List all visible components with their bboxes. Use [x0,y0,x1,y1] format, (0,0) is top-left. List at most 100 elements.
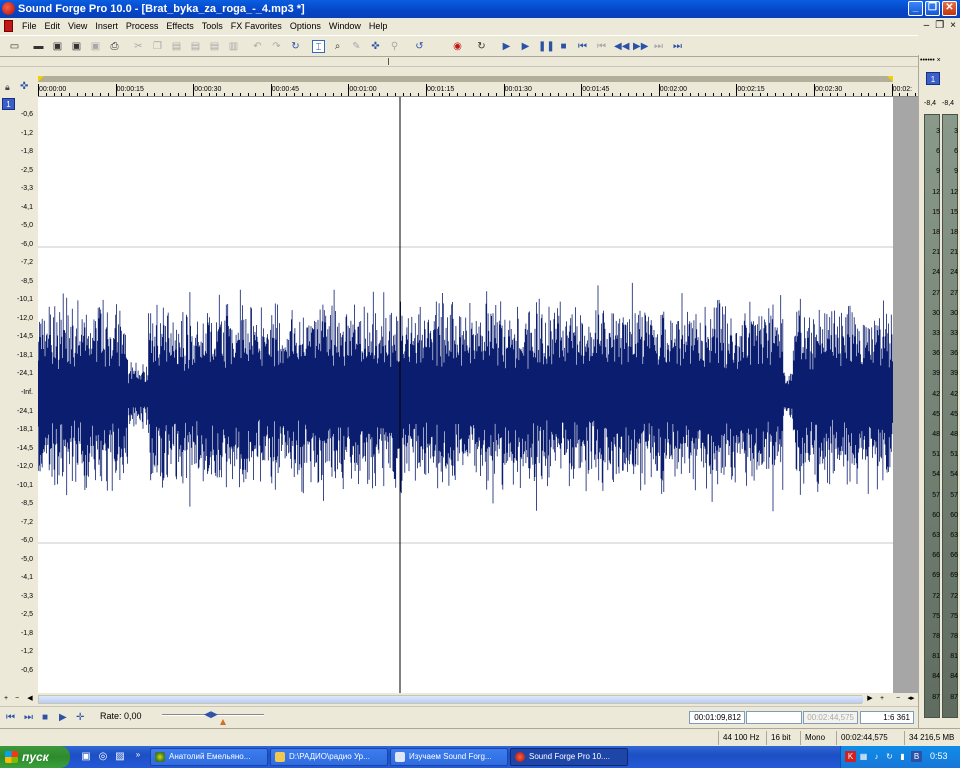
loop-icon[interactable]: ↻ [475,40,488,53]
redo-icon[interactable]: ↷ [270,40,283,53]
task-explorer[interactable]: D:\РАДИО\радио Ур... [270,748,388,766]
start-button[interactable]: пуск [0,746,70,768]
magnify-tool-icon[interactable]: ⌕ [331,40,344,53]
menu-options[interactable]: Options [286,21,325,31]
app-shortcut-icon[interactable]: ▨ [114,751,126,763]
repeat-icon[interactable]: ↻ [289,40,302,53]
menu-window[interactable]: Window [325,21,365,31]
mix-icon[interactable]: ▤ [208,40,221,53]
print-icon[interactable]: ⎙ [108,40,121,53]
scroll-left-icon[interactable]: ◀ [25,694,35,704]
kaspersky-icon[interactable]: K [845,751,856,762]
quicklaunch-more-icon[interactable]: » [132,749,144,761]
play-icon[interactable]: ▶ [519,40,532,53]
zoom-fit-icon[interactable]: ◂▸ [906,694,916,704]
selection-start-field[interactable] [746,711,802,724]
mdi-restore-button[interactable]: ❐ [935,20,944,31]
play-normal-icon[interactable]: ▶ [59,712,67,723]
record-icon[interactable]: ◉ [451,40,464,53]
menu-process[interactable]: Process [122,21,163,31]
rewind-icon[interactable]: ⏮ [595,40,608,53]
task-document[interactable]: Изучаем Sound Forg... [390,748,508,766]
go-end-icon[interactable]: ⏭ [671,40,684,53]
zoom-in-icon[interactable]: + [1,694,11,704]
cut-icon[interactable]: ✂ [132,40,145,53]
menu-edit[interactable]: Edit [41,21,65,31]
save-icon[interactable]: ▣ [51,40,64,53]
channel-badge[interactable]: 1 [2,98,15,110]
snap-icon[interactable]: ✜ [20,81,28,92]
refresh-icon[interactable]: ↺ [413,40,426,53]
pause-icon[interactable]: ❚❚ [538,40,555,53]
go-end-transport-icon[interactable]: ⏭ [24,712,33,723]
sound-forge-icon[interactable] [2,2,15,15]
status-bit-depth[interactable]: 16 bit [766,731,795,745]
forward-icon[interactable]: ⏭ [652,40,665,53]
zoom-ratio-field[interactable]: 1:6 361 [860,711,914,724]
new-icon[interactable]: ▭ [8,40,21,53]
edit-tool-icon[interactable]: ⌶ [312,40,325,53]
maximize-button[interactable]: ❐ [925,1,940,16]
time-zoom-out-icon[interactable]: − [893,694,903,704]
mdi-close-button[interactable]: × [950,20,956,31]
mdi-minimize-button[interactable]: – [924,20,930,31]
open-icon[interactable]: ▬ [32,40,45,53]
meters-header[interactable]: •••••• × [920,57,960,67]
volume-icon[interactable]: ♪ [871,751,882,762]
waveform-area[interactable] [38,97,893,693]
opera-icon[interactable]: ◎ [97,751,109,763]
go-start-icon[interactable]: ⏮ [576,40,589,53]
scroll-thumb[interactable] [39,696,863,703]
peak-left[interactable]: -8,4 [924,100,936,107]
crop-icon[interactable]: ▥ [227,40,240,53]
time-ruler[interactable]: 00:00:00 00:00:15 00:00:30 00:00:45 00:01:00… [38,82,918,97]
pencil-tool-icon[interactable]: ✎ [350,40,363,53]
rewind-fast-icon[interactable]: ◀◀ [614,40,629,53]
rate-slider-knob-icon[interactable]: ◀▶ [204,709,222,719]
meter-channel-badge[interactable]: 1 [926,72,940,85]
stop-icon[interactable]: ■ [557,40,570,53]
selection-length-field[interactable]: 00:02:44,575 [803,711,858,724]
save-all-icon[interactable]: ▣ [89,40,102,53]
ruler-tick [720,93,722,96]
envelope-tool-icon[interactable]: ✜ [369,40,382,53]
menu-insert[interactable]: Insert [91,21,122,31]
scroll-right-icon[interactable]: ▶ [865,694,875,704]
scroll-track[interactable] [38,695,863,704]
vk-icon[interactable]: B [911,751,922,762]
menu-effects[interactable]: Effects [162,21,197,31]
zoom-out-icon[interactable]: − [12,694,22,704]
go-start-transport-icon[interactable]: ⏮ [6,712,15,723]
play-all-icon[interactable]: ▶ [500,40,513,53]
save-as-icon[interactable]: ▣ [70,40,83,53]
lock-icon[interactable]: 🔒︎ [5,82,10,93]
menu-tools[interactable]: Tools [198,21,227,31]
update-icon[interactable]: ↻ [884,751,895,762]
status-channels[interactable]: Mono [800,731,829,745]
show-desktop-icon[interactable]: ▣ [80,751,92,763]
cursor-position-field[interactable]: 00:01:09,812 [689,711,745,724]
time-zoom-in-icon[interactable]: + [877,694,887,704]
scrub-icon[interactable]: ✛ [76,712,84,723]
menu-file[interactable]: File [18,21,41,31]
copy-icon[interactable]: ❐ [151,40,164,53]
network-icon[interactable]: ▦ [858,751,869,762]
paste-icon[interactable]: ▤ [170,40,183,53]
task-sound-forge[interactable]: Sound Forge Pro 10.... [510,748,628,766]
forward-fast-icon[interactable]: ▶▶ [633,40,648,53]
battery-icon[interactable]: ▮ [897,751,908,762]
peak-right[interactable]: -8,4 [942,100,954,107]
close-button[interactable]: ✕ [942,1,957,16]
paste-special-icon[interactable]: ▤ [189,40,202,53]
meter-scale-left-label: 81 [932,653,940,661]
menu-fx-favorites[interactable]: FX Favorites [227,21,286,31]
menu-help[interactable]: Help [365,21,392,31]
document-icon[interactable] [4,20,13,32]
status-sample-rate[interactable]: 44 100 Hz [718,731,763,745]
event-tool-icon[interactable]: ⚲ [388,40,401,53]
undo-icon[interactable]: ↶ [251,40,264,53]
task-browser[interactable]: Анатолий Емельяно... [150,748,268,766]
minimize-button[interactable]: _ [908,1,923,16]
stop-transport-icon[interactable]: ■ [42,712,48,723]
menu-view[interactable]: View [64,21,91,31]
